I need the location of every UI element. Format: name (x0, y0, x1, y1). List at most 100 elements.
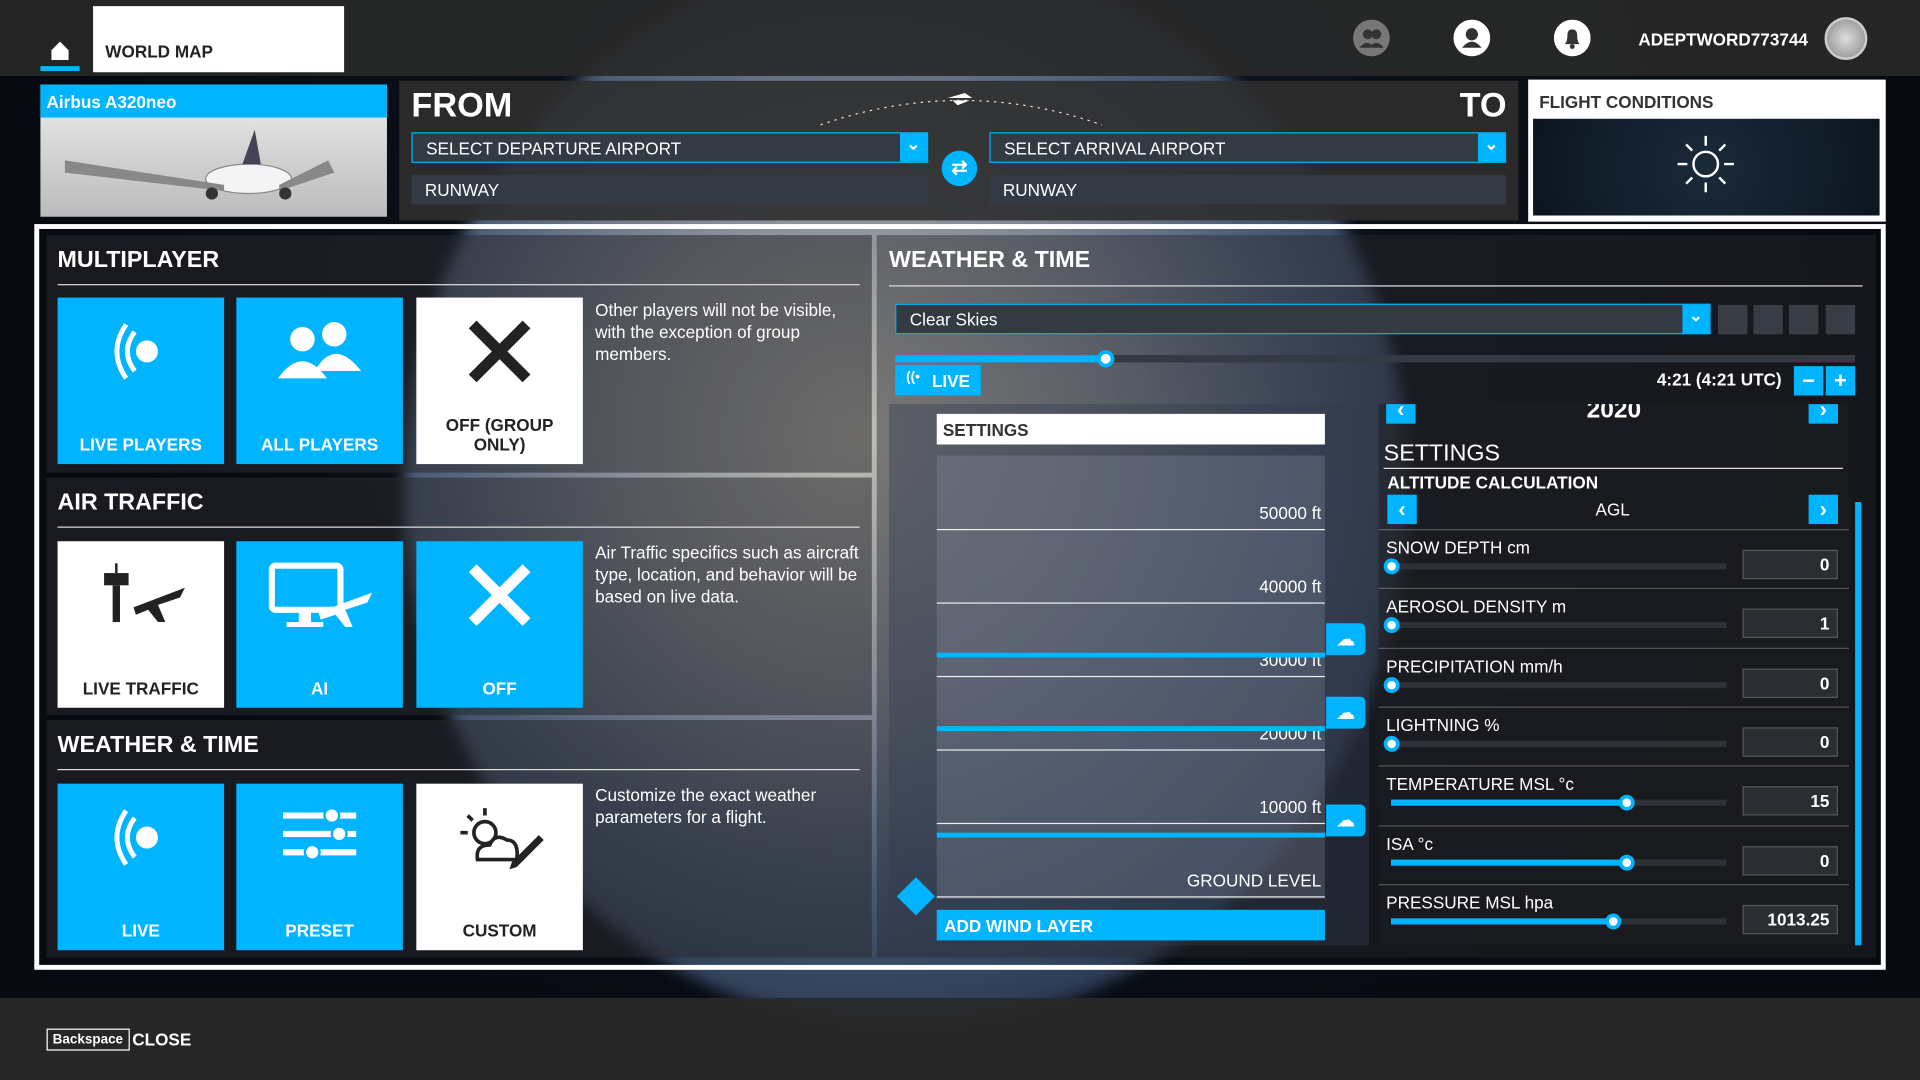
arrival-select[interactable]: SELECT ARRIVAL AIRPORT ⌄ (989, 132, 1507, 163)
off-group-only-tile[interactable]: OFF (GROUP ONLY) (416, 297, 583, 465)
cloud-layer-button[interactable]: ☁ (1326, 696, 1366, 729)
year-selector: ‹ 2020 › (1379, 404, 1849, 425)
altitude-graph[interactable]: 50000 ft 40000 ft 30000 ft 20000 ft 10000 ft… (936, 455, 1325, 899)
sliders-icon (282, 806, 357, 861)
departure-runway[interactable]: RUNWAY (411, 175, 929, 205)
weather-edit-icon (460, 808, 544, 870)
copy-preset-button[interactable] (1753, 304, 1783, 335)
arrival-runway[interactable]: RUNWAY (989, 175, 1507, 205)
friends-icon[interactable] (1353, 19, 1390, 57)
off-traffic-tile[interactable]: OFF (416, 541, 583, 708)
notifications-icon[interactable] (1553, 19, 1591, 57)
setting-value-input[interactable]: 0 (1742, 727, 1838, 757)
setting-row: LIGHTNING % 0 (1378, 706, 1849, 765)
cloud-layer-button[interactable]: ☁ (1326, 623, 1366, 656)
swap-airports-button[interactable]: ⇄ (941, 150, 978, 187)
aircraft-card[interactable]: Airbus A320neo (40, 84, 387, 217)
setting-value-input[interactable]: 0 (1742, 549, 1838, 580)
setting-slider[interactable] (1383, 617, 1727, 634)
altitude-gridline (936, 896, 1325, 898)
slider-handle[interactable] (1383, 617, 1400, 634)
computer-plane-icon (268, 562, 373, 627)
tile-label: AI (311, 678, 329, 698)
setting-row: ISA °c 0 (1378, 824, 1849, 884)
setting-value-input[interactable]: 15 (1742, 786, 1838, 816)
setting-slider[interactable] (1391, 794, 1727, 811)
altitude-label: 40000 ft (1259, 576, 1322, 597)
flight-conditions-card[interactable]: FLIGHT CONDITIONS (1528, 79, 1886, 222)
live-traffic-tile[interactable]: LIVE TRAFFIC (57, 541, 225, 708)
altitude-settings-header: SETTINGS (936, 413, 1325, 445)
setting-label: TEMPERATURE MSL °c (1386, 774, 1574, 794)
departure-select[interactable]: SELECT DEPARTURE AIRPORT ⌄ (411, 132, 929, 163)
profile-icon[interactable] (1453, 19, 1491, 57)
setting-value-input[interactable]: 1013.25 (1742, 904, 1838, 935)
home-button[interactable] (40, 37, 80, 72)
setting-slider[interactable] (1391, 913, 1727, 930)
preset-weather-tile[interactable]: PRESET (236, 783, 403, 951)
sun-icon (1677, 135, 1734, 193)
custom-weather-tile[interactable]: CUSTOM (416, 783, 583, 951)
setting-slider[interactable] (1383, 735, 1727, 752)
altitude-label: 50000 ft (1259, 503, 1322, 523)
save-preset-button[interactable] (1717, 304, 1748, 335)
section-title: AIR TRAFFIC (57, 489, 204, 516)
next-year-button[interactable]: › (1808, 404, 1838, 424)
slider-handle[interactable] (1383, 735, 1400, 752)
backspace-key-hint: Backspace (46, 1028, 130, 1051)
setting-slider[interactable] (1383, 676, 1727, 693)
slider-handle[interactable] (1618, 854, 1635, 871)
ai-traffic-tile[interactable]: AI (236, 541, 403, 708)
chevron-down-icon: ⌄ (1682, 304, 1710, 334)
setting-slider[interactable] (1391, 854, 1727, 871)
live-weather-tile[interactable]: LIVE (57, 783, 225, 951)
settings-scrollbar[interactable] (1855, 502, 1862, 946)
all-players-tile[interactable]: ALL PLAYERS (236, 297, 403, 465)
settings-title: SETTINGS (1383, 440, 1501, 467)
weather-preset-select[interactable]: Clear Skies ⌄ (895, 303, 1711, 335)
add-wind-layer-button[interactable]: ADD WIND LAYER (936, 909, 1325, 941)
cloud-layer-line[interactable] (936, 726, 1325, 732)
from-label: FROM (411, 85, 513, 124)
increase-time-button[interactable]: + (1825, 366, 1856, 396)
slider-handle[interactable] (1383, 676, 1400, 693)
cloud-layer-line[interactable] (936, 832, 1325, 838)
tile-label: OFF (482, 678, 517, 698)
setting-value-input[interactable]: 1 (1742, 608, 1838, 639)
departure-placeholder: SELECT DEPARTURE AIRPORT (426, 137, 682, 158)
altitude-calc-next-button[interactable]: › (1808, 494, 1838, 525)
avatar[interactable] (1824, 17, 1868, 61)
setting-value-input[interactable]: 0 (1742, 845, 1838, 875)
tile-label: LIVE (121, 920, 160, 941)
username[interactable]: ADEPTWORD773744 (1638, 29, 1808, 49)
setting-value-input[interactable]: 0 (1742, 668, 1838, 698)
weather-title: WEATHER & TIME (888, 247, 1091, 274)
close-button[interactable]: CLOSE (132, 1030, 191, 1050)
cloud-icon: ☁ (1335, 702, 1356, 724)
chevron-down-icon: ⌄ (1477, 133, 1505, 162)
live-signal-icon (114, 323, 158, 380)
cloud-layer-line[interactable] (936, 652, 1325, 658)
delete-preset-button[interactable] (1825, 304, 1856, 335)
setting-row: PRESSURE MSL hpa 1013.25 (1378, 883, 1849, 943)
close-x-icon (468, 564, 531, 626)
time-slider[interactable] (895, 350, 1856, 368)
slider-handle[interactable] (1618, 794, 1635, 811)
settings-preset-button[interactable] (1788, 304, 1819, 335)
flight-conditions-title: FLIGHT CONDITIONS (1539, 91, 1714, 112)
tab-world-map[interactable]: WORLD MAP (93, 6, 345, 73)
altitude-calc-prev-button[interactable]: ‹ (1387, 494, 1417, 525)
slider-handle[interactable] (1383, 558, 1400, 575)
setting-label: SNOW DEPTH cm (1386, 537, 1530, 558)
tile-label: ALL PLAYERS (260, 434, 379, 455)
setting-label: LIGHTNING % (1386, 714, 1500, 735)
live-players-tile[interactable]: LIVE PLAYERS (57, 297, 225, 465)
cloud-layer-button[interactable]: ☁ (1326, 804, 1366, 837)
decrease-time-button[interactable]: − (1793, 366, 1824, 396)
players-icon (277, 322, 362, 379)
setting-slider[interactable] (1383, 558, 1727, 575)
preset-value: Clear Skies (909, 309, 998, 329)
live-time-button[interactable]: ((• LIVE (895, 364, 981, 396)
slider-handle[interactable] (1605, 913, 1622, 930)
altitude-calc-label: ALTITUDE CALCULATION (1387, 472, 1599, 493)
